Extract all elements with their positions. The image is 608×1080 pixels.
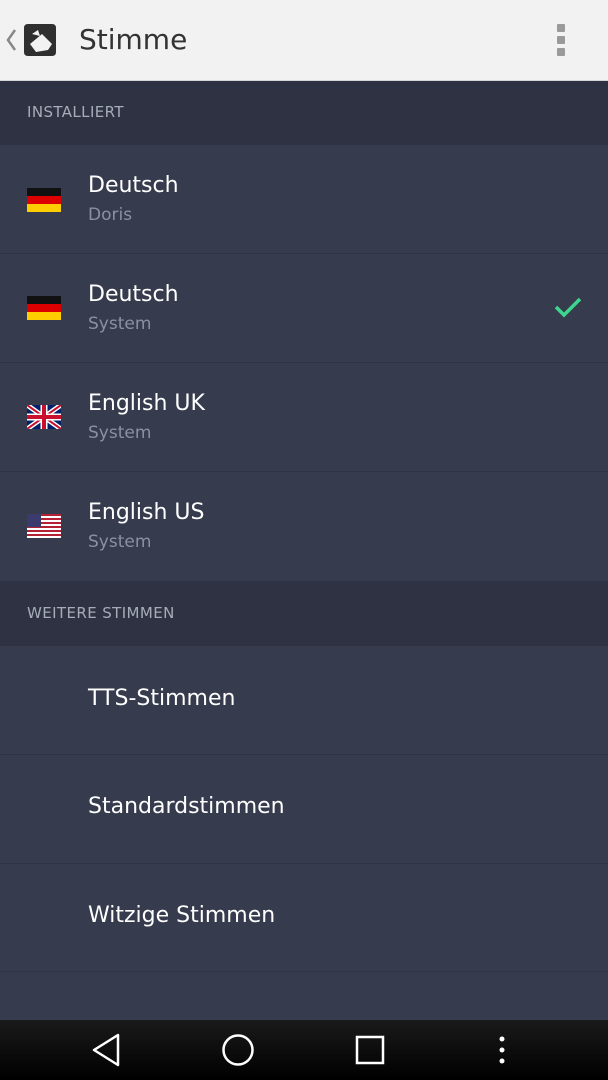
voice-title: Deutsch xyxy=(88,173,179,198)
voice-title: English UK xyxy=(88,391,205,416)
de-flag-icon xyxy=(27,188,61,212)
page-title: Stimme xyxy=(79,23,188,56)
more-item-funny-voices[interactable]: Witzige Stimmen xyxy=(0,864,608,972)
system-nav-bar xyxy=(0,1020,608,1080)
voice-title: English US xyxy=(88,500,205,525)
voice-item-deutsch-system[interactable]: Deutsch System xyxy=(0,254,608,363)
chevron-left-icon xyxy=(6,29,17,51)
section-header-installed: INSTALLIERT xyxy=(0,81,608,145)
de-flag-icon xyxy=(27,296,61,320)
voice-title: Deutsch xyxy=(88,282,179,307)
nav-back-icon xyxy=(92,1033,120,1067)
more-item-standard-voices[interactable]: Standardstimmen xyxy=(0,755,608,864)
voice-subtitle: System xyxy=(88,314,152,334)
app-bar: Stimme xyxy=(0,0,608,81)
overflow-menu-button[interactable] xyxy=(544,20,578,60)
nav-back-button[interactable] xyxy=(68,1020,148,1080)
back-button[interactable] xyxy=(0,0,64,80)
nav-menu-button[interactable] xyxy=(462,1020,542,1080)
voice-item-deutsch-doris[interactable]: Deutsch Doris xyxy=(0,145,608,254)
nav-home-button[interactable] xyxy=(198,1020,278,1080)
checkmark-icon xyxy=(554,297,582,318)
more-item-tts-voices[interactable]: TTS-Stimmen xyxy=(0,646,608,755)
voice-item-english-uk[interactable]: English UK System xyxy=(0,363,608,472)
nav-home-icon xyxy=(222,1034,254,1066)
nav-recents-icon xyxy=(355,1035,385,1065)
uk-flag-icon xyxy=(27,405,61,429)
us-flag-icon xyxy=(27,514,61,538)
more-item-title: TTS-Stimmen xyxy=(88,686,236,711)
nav-menu-icon xyxy=(499,1036,505,1064)
section-title: INSTALLIERT xyxy=(27,103,124,121)
more-item-title: Witzige Stimmen xyxy=(88,903,276,928)
nav-recents-button[interactable] xyxy=(330,1020,410,1080)
section-title: WEITERE STIMMEN xyxy=(27,604,175,622)
app-logo-icon xyxy=(24,24,56,56)
voice-subtitle: Doris xyxy=(88,205,133,225)
section-header-more-voices: WEITERE STIMMEN xyxy=(0,581,608,646)
voice-subtitle: System xyxy=(88,532,152,552)
voice-subtitle: System xyxy=(88,423,152,443)
more-item-title: Standardstimmen xyxy=(88,794,285,819)
voice-item-english-us[interactable]: English US System xyxy=(0,472,608,581)
